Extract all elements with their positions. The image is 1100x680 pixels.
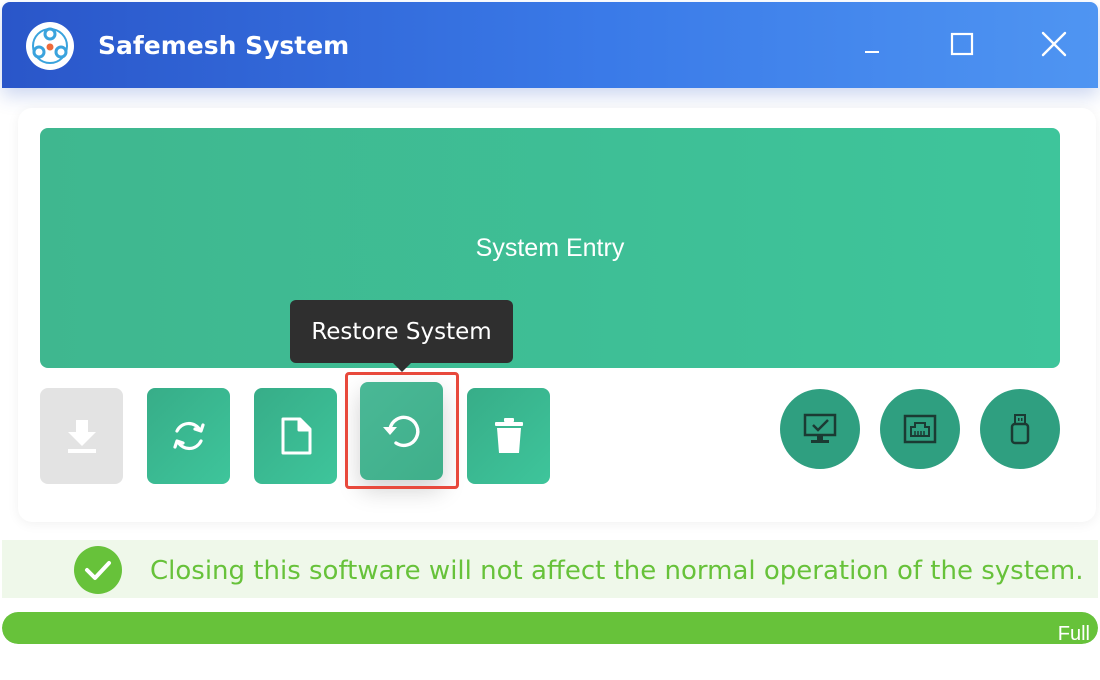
sync-button[interactable]: [147, 388, 230, 484]
app-window: Safemesh System System Entry Restore Sys…: [0, 0, 1100, 680]
usb-drive-button[interactable]: [980, 389, 1060, 469]
usb-drive-icon: [1010, 414, 1030, 445]
download-icon: [67, 420, 96, 453]
progress-label: Full: [1057, 623, 1090, 644]
app-title: Safemesh System: [98, 31, 350, 60]
system-entry-button[interactable]: System Entry: [40, 128, 1060, 368]
maximize-button[interactable]: [940, 24, 984, 64]
network-port-icon: [903, 414, 937, 444]
maximize-icon: [950, 32, 974, 56]
title-bar[interactable]: Safemesh System: [2, 2, 1098, 88]
sync-icon: [172, 421, 205, 451]
tooltip: Restore System: [290, 300, 513, 363]
tooltip-arrow: [392, 362, 412, 372]
trash-icon: [494, 418, 523, 453]
app-logo-icon: [26, 22, 74, 70]
restore-icon: [382, 415, 419, 448]
check-circle-icon: [74, 546, 122, 594]
minimize-button[interactable]: [850, 24, 894, 64]
system-entry-label: System Entry: [475, 233, 625, 262]
minimize-icon: [865, 51, 879, 53]
progress-fill: [2, 612, 1098, 644]
close-button[interactable]: [1032, 24, 1076, 64]
network-port-button[interactable]: [880, 389, 960, 469]
document-button[interactable]: [254, 388, 337, 484]
delete-button[interactable]: [467, 388, 550, 484]
download-button[interactable]: [40, 388, 123, 484]
restore-system-button[interactable]: [360, 382, 443, 480]
progress-bar: Full: [2, 612, 1098, 644]
document-icon: [281, 417, 311, 455]
tooltip-text: Restore System: [311, 318, 492, 345]
monitor-check-icon: [803, 413, 837, 443]
close-icon: [1041, 31, 1067, 57]
monitor-check-button[interactable]: [780, 389, 860, 469]
status-message: Closing this software will not affect th…: [150, 556, 1084, 586]
